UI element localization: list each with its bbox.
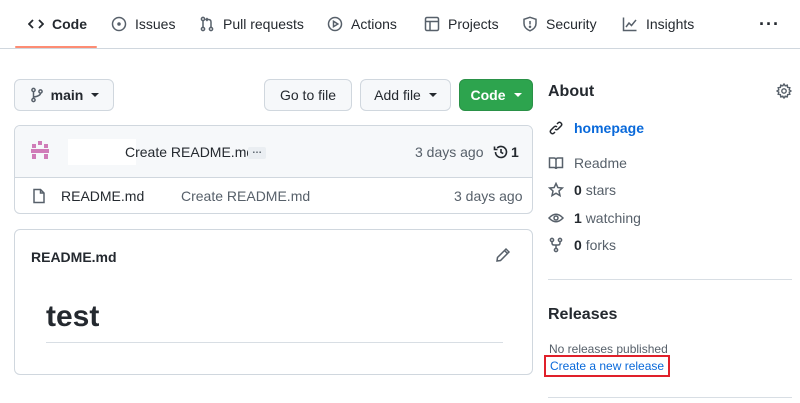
tab-issues[interactable]: Issues <box>111 0 175 48</box>
book-icon <box>548 157 564 170</box>
avatar[interactable] <box>29 140 51 162</box>
tab-label: Actions <box>351 16 397 32</box>
sidebar-divider <box>548 397 792 398</box>
tab-security[interactable]: Security <box>522 0 597 48</box>
create-release-link[interactable]: Create a new release <box>544 355 671 377</box>
tab-pull-requests[interactable]: Pull requests <box>199 0 304 48</box>
branch-icon <box>30 87 43 103</box>
homepage-label: homepage <box>574 120 645 136</box>
tab-label: Projects <box>448 16 499 32</box>
stars-link[interactable]: 0 stars <box>548 182 616 198</box>
issue-icon <box>111 16 127 32</box>
readme-panel: README.md test <box>14 229 533 375</box>
link-icon <box>549 121 563 135</box>
code-button-label: Code <box>470 87 506 103</box>
readme-title[interactable]: README.md <box>31 249 117 265</box>
watching-text: 1 watching <box>574 210 641 226</box>
tab-label: Code <box>52 16 87 32</box>
go-to-file-label: Go to file <box>279 87 337 103</box>
table-icon <box>424 16 440 32</box>
repo-nav: Code Issues Pull requests Actions Projec… <box>0 0 800 49</box>
stars-count: 0 <box>574 182 582 198</box>
about-title: About <box>548 83 595 100</box>
more-options-icon[interactable]: ··· <box>759 15 780 33</box>
forks-label: forks <box>585 237 617 253</box>
homepage-link[interactable]: homepage <box>548 120 644 136</box>
branch-name: main <box>50 87 84 103</box>
readme-link[interactable]: Readme <box>548 155 627 171</box>
file-time: 3 days ago <box>454 188 523 204</box>
file-browser: Create README.md … 3 days ago 1 README.m… <box>14 125 533 214</box>
stars-label: stars <box>585 182 617 198</box>
eye-icon <box>548 213 564 223</box>
commit-message[interactable]: Create README.md <box>125 144 254 160</box>
stars-text: 0 stars <box>574 182 616 198</box>
readme-link-label: Readme <box>574 155 627 171</box>
file-commit-link[interactable]: Create README.md <box>181 188 310 204</box>
chevron-down-icon <box>428 93 437 97</box>
watching-count: 1 <box>574 210 582 226</box>
readme-heading: test <box>46 300 100 333</box>
tab-insights[interactable]: Insights <box>622 0 694 48</box>
gear-icon[interactable] <box>776 83 792 99</box>
commit-ellipsis-button[interactable]: … <box>248 146 266 159</box>
tab-label: Issues <box>135 16 176 32</box>
sidebar-divider <box>548 279 792 280</box>
active-tab-underline <box>15 46 97 48</box>
latest-commit-row: Create README.md … 3 days ago 1 <box>15 126 532 178</box>
history-icon[interactable] <box>493 144 509 160</box>
branch-select-button[interactable]: main <box>14 79 114 111</box>
add-file-label: Add file <box>374 87 421 103</box>
commit-count[interactable]: 1 <box>511 144 519 160</box>
tab-label: Security <box>546 16 597 32</box>
tab-label: Insights <box>646 16 695 32</box>
star-icon <box>548 182 564 198</box>
forks-count: 0 <box>574 237 582 253</box>
code-icon <box>28 19 44 29</box>
chevron-down-icon <box>513 93 522 97</box>
no-releases-text: No releases published <box>549 342 668 356</box>
graph-icon <box>622 17 637 32</box>
watching-label: watching <box>585 210 641 226</box>
readme-divider <box>46 342 503 343</box>
forks-link[interactable]: 0 forks <box>548 237 616 253</box>
fork-icon <box>549 237 563 253</box>
watching-link[interactable]: 1 watching <box>548 210 641 226</box>
commit-time: 3 days ago <box>415 144 484 160</box>
pencil-icon[interactable] <box>495 247 511 263</box>
go-to-file-button[interactable]: Go to file <box>264 79 352 111</box>
play-icon <box>327 16 343 32</box>
forks-text: 0 forks <box>574 237 616 253</box>
tab-actions[interactable]: Actions <box>327 0 397 48</box>
chevron-down-icon <box>91 93 100 97</box>
code-button[interactable]: Code <box>459 79 533 111</box>
releases-title[interactable]: Releases <box>548 306 617 324</box>
table-row: README.md Create README.md 3 days ago <box>15 178 532 213</box>
file-name-link[interactable]: README.md <box>61 188 144 204</box>
add-file-button[interactable]: Add file <box>360 79 451 111</box>
file-icon <box>33 188 45 204</box>
tab-code[interactable]: Code <box>28 0 87 48</box>
pull-request-icon <box>200 16 214 32</box>
tab-label: Pull requests <box>223 16 304 32</box>
shield-icon <box>523 16 537 32</box>
tab-projects[interactable]: Projects <box>424 0 499 48</box>
